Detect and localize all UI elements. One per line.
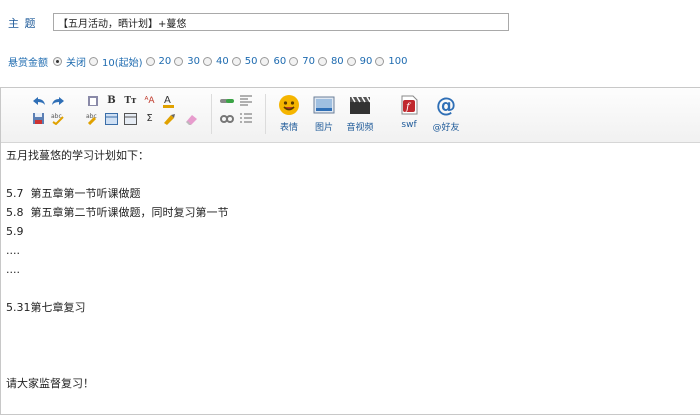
bounty-option[interactable]: 90	[344, 55, 373, 67]
content-line: 五月找蔓悠的学习计划如下：	[6, 149, 149, 162]
swf-label: swf	[401, 120, 417, 130]
bounty-option[interactable]: 70	[286, 56, 315, 67]
editor-toolbar: abc B Tт ᴬA A abc Σ 表情 图片 音视频 f swf @ @好…	[1, 88, 700, 143]
bounty-option-label: 60	[273, 55, 287, 67]
bounty-option[interactable]: 20	[143, 55, 172, 67]
subject-input[interactable]	[53, 13, 509, 31]
bounty-option[interactable]: 100	[372, 55, 408, 67]
image-icon	[312, 93, 336, 117]
video-button[interactable]: 音视频	[343, 93, 377, 133]
bounty-option-label: 100	[388, 55, 408, 67]
bounty-option[interactable]: 80	[315, 56, 344, 67]
toolbar-separator	[211, 94, 212, 134]
content-line: 5.9	[6, 225, 24, 238]
format-group: B Tт ᴬA A abc Σ	[85, 93, 177, 129]
rich-text-editor: abc B Tт ᴬA A abc Σ 表情 图片 音视频 f swf @ @好…	[0, 87, 700, 415]
bounty-option[interactable]: 30	[171, 56, 200, 67]
content-line	[6, 317, 229, 336]
bounty-option-label: 50	[244, 55, 258, 67]
bounty-radio[interactable]	[145, 56, 155, 66]
bounty-option[interactable]: 50	[229, 55, 258, 67]
bounty-option-label: 70	[302, 55, 315, 67]
bounty-option[interactable]: 10(起始)	[86, 54, 143, 69]
content-line: 5.8 第五章第二节听课做题，同时复习第一节	[6, 206, 229, 219]
bounty-radio[interactable]	[289, 56, 299, 66]
font-color-icon[interactable]: A	[161, 93, 176, 108]
bounty-radio[interactable]	[174, 56, 184, 66]
content-line	[6, 165, 229, 184]
redo-icon[interactable]	[50, 93, 65, 108]
bounty-option-label: 10(起始)	[102, 57, 143, 69]
undo-icon[interactable]	[31, 93, 46, 108]
bounty-row: 悬赏金额 关闭 10(起始) 20 30 40 50 60 70 80 90 100	[8, 53, 408, 69]
content-line: 5.7 第五章第一节听课做题	[6, 187, 141, 200]
bounty-radio[interactable]	[53, 56, 62, 66]
format-painter-icon[interactable]: abc	[85, 111, 100, 126]
save-icon[interactable]	[31, 111, 46, 126]
content-line	[6, 355, 229, 374]
bounty-option[interactable]: 60	[257, 56, 286, 67]
clapperboard-icon	[348, 93, 372, 117]
video-label: 音视频	[346, 123, 374, 133]
subject-row: 主 题	[0, 12, 509, 34]
bounty-option-label: 90	[359, 55, 373, 67]
emoji-label: 表情	[279, 123, 298, 133]
emoji-button[interactable]: 表情	[272, 93, 306, 133]
bounty-radio[interactable]	[203, 56, 212, 66]
bounty-option-label: 40	[216, 55, 229, 67]
svg-text:A: A	[164, 95, 171, 106]
mention-button[interactable]: @ @好友	[429, 93, 463, 133]
bold-icon[interactable]: B	[104, 93, 119, 108]
subject-label: 主 题	[8, 17, 37, 30]
bounty-option-label: 80	[330, 55, 344, 67]
font-style-icon[interactable]: ᴬA	[142, 93, 157, 108]
font-size-icon[interactable]: Tт	[123, 93, 138, 108]
formula-icon[interactable]: Σ	[142, 111, 157, 126]
highlighter-icon[interactable]	[161, 111, 176, 126]
spellcheck-icon[interactable]: abc	[50, 111, 65, 126]
content-line: ....	[6, 244, 20, 257]
editor-content[interactable]: 五月找蔓悠的学习计划如下： 5.7 第五章第一节听课做题 5.8 第五章第二节听课做…	[6, 146, 229, 393]
bounty-label: 悬赏金额	[8, 57, 48, 69]
toolbar-separator	[265, 94, 266, 134]
mention-label: @好友	[432, 123, 460, 133]
bounty-radio[interactable]	[89, 56, 98, 66]
eraser-icon[interactable]	[183, 111, 198, 126]
content-line	[6, 336, 229, 355]
paste-icon[interactable]	[85, 93, 100, 108]
bounty-option[interactable]: 关闭	[50, 54, 86, 69]
content-line	[6, 279, 229, 298]
image-button[interactable]: 图片	[307, 93, 341, 133]
bounty-radio[interactable]	[346, 56, 356, 66]
align-icon[interactable]	[238, 93, 253, 108]
content-line: 请大家监督复习！	[6, 377, 94, 390]
bounty-option-label: 关闭	[66, 57, 86, 69]
at-icon: @	[436, 93, 456, 117]
bounty-radio[interactable]	[231, 56, 241, 66]
bounty-radio[interactable]	[375, 56, 385, 66]
link-group	[219, 93, 254, 129]
link-icon[interactable]	[219, 93, 234, 108]
history-group: abc	[31, 93, 66, 129]
bounty-option-label: 30	[187, 55, 200, 67]
swf-button[interactable]: f swf	[392, 93, 426, 130]
unlink-icon[interactable]	[219, 111, 234, 126]
flash-icon: f	[397, 93, 421, 117]
bounty-option[interactable]: 40	[200, 56, 229, 67]
content-line: 5.31第七章复习	[6, 301, 86, 314]
bounty-option-label: 20	[158, 55, 172, 67]
table-icon[interactable]	[104, 111, 119, 126]
content-line: ....	[6, 263, 20, 276]
bounty-radio[interactable]	[260, 56, 270, 66]
image-label: 图片	[314, 123, 333, 133]
list-icon[interactable]	[238, 111, 253, 126]
smiley-icon	[277, 93, 301, 117]
table-alt-icon[interactable]	[123, 111, 138, 126]
bounty-radio[interactable]	[317, 56, 327, 66]
